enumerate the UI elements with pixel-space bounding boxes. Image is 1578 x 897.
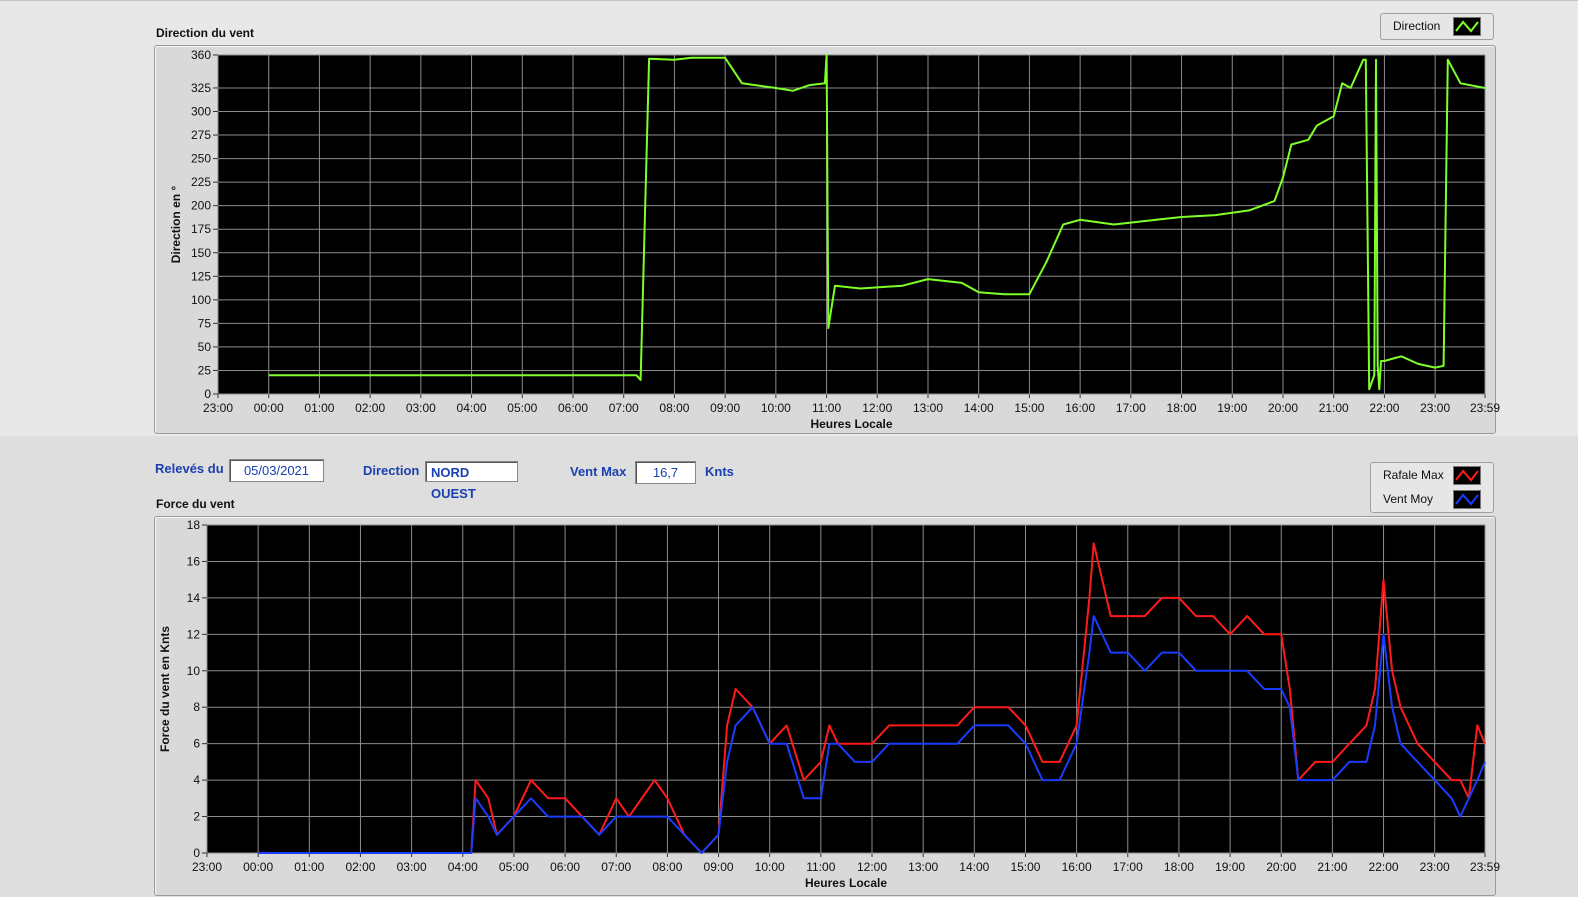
- force-legend[interactable]: Rafale Max Vent Moy: [1370, 462, 1494, 513]
- force-chart-frame: [154, 516, 1496, 896]
- date-field[interactable]: 05/03/2021: [229, 459, 324, 482]
- line-swatch-icon: [1453, 17, 1481, 36]
- direction-chart-frame: [154, 45, 1496, 434]
- direction-legend[interactable]: Direction: [1380, 13, 1494, 40]
- ventmax-label: Vent Max: [570, 464, 627, 479]
- date-label: Relevés du: [155, 461, 224, 476]
- force-chart-title: Force du vent: [156, 497, 235, 511]
- ventmax-field[interactable]: 16,7: [635, 461, 696, 484]
- legend-label: Vent Moy: [1383, 492, 1434, 506]
- direction-chart-title: Direction du vent: [156, 26, 255, 40]
- legend-label: Rafale Max: [1383, 468, 1444, 482]
- direction-field[interactable]: NORD OUEST: [425, 461, 518, 501]
- line-swatch-icon: [1453, 466, 1481, 485]
- legend-item-vent-moy[interactable]: Vent Moy: [1371, 487, 1493, 511]
- line-swatch-icon: [1453, 490, 1481, 509]
- direction-label: Direction: [363, 463, 420, 478]
- legend-item-direction[interactable]: Direction: [1381, 14, 1493, 38]
- legend-label: Direction: [1393, 19, 1441, 33]
- ventmax-unit: Knts: [705, 464, 734, 479]
- legend-item-rafale-max[interactable]: Rafale Max: [1371, 463, 1493, 487]
